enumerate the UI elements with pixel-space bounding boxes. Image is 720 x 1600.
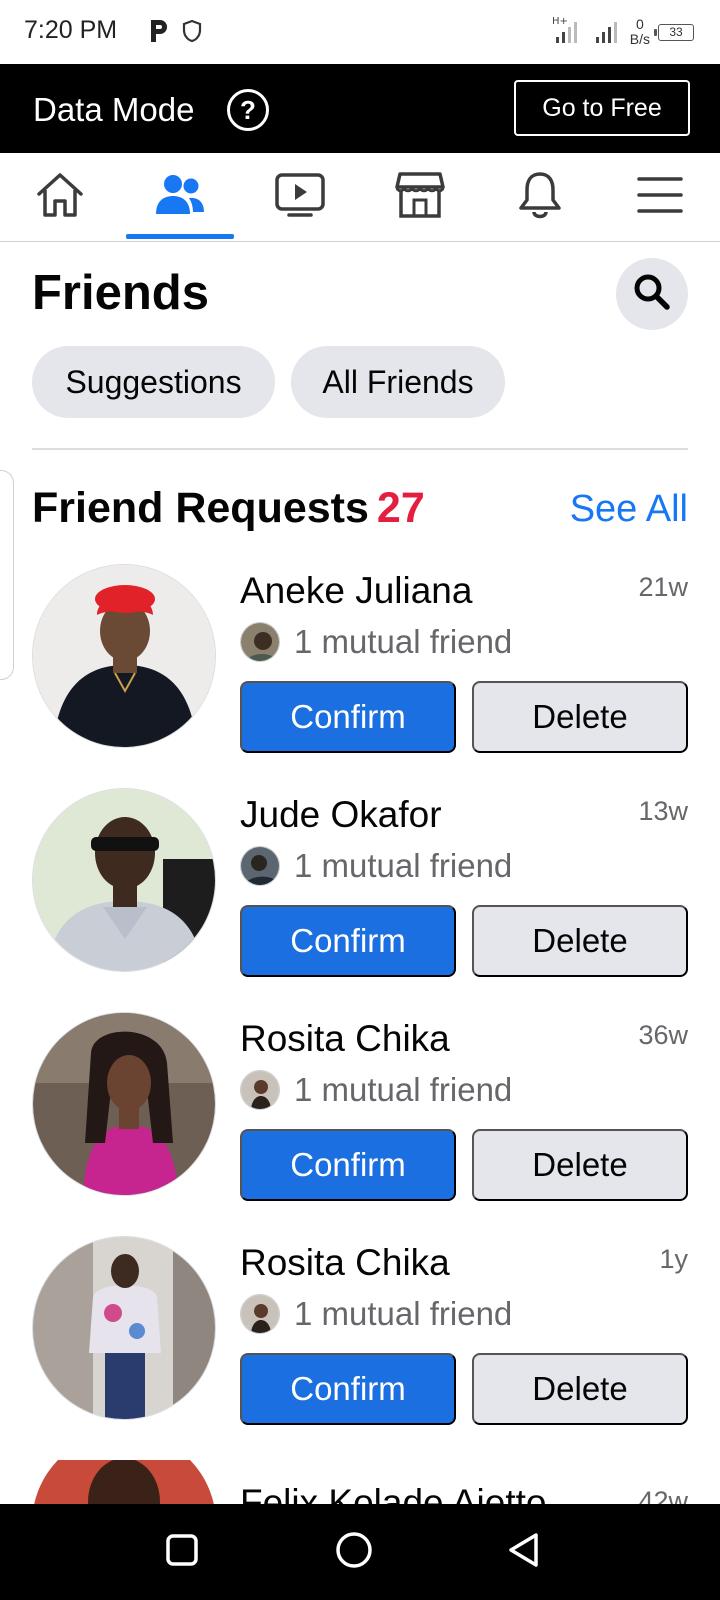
delete-button[interactable]: Delete bbox=[472, 1129, 688, 1201]
friend-request-row: Aneke Juliana 21w 1 mutual friend Confir… bbox=[0, 564, 720, 788]
search-button[interactable] bbox=[616, 258, 688, 330]
all-friends-chip[interactable]: All Friends bbox=[291, 346, 505, 418]
mutual-friends: 1 mutual friend bbox=[240, 844, 512, 888]
friend-request-row: Rosita Chika 36w 1 mutual friend Confirm… bbox=[0, 1012, 720, 1236]
avatar[interactable] bbox=[32, 564, 216, 748]
suggestions-chip[interactable]: Suggestions bbox=[32, 346, 275, 418]
search-icon bbox=[632, 272, 672, 317]
request-name[interactable]: Jude Okafor bbox=[240, 794, 442, 836]
net-speed: 0 B/s bbox=[629, 16, 650, 47]
circle-icon bbox=[335, 1531, 373, 1574]
avatar[interactable] bbox=[32, 1236, 216, 1420]
request-count: 27 bbox=[376, 484, 425, 532]
request-time: 13w bbox=[638, 796, 688, 826]
mutual-friend-avatar bbox=[240, 1294, 280, 1334]
request-time: 21w bbox=[638, 572, 688, 602]
divider bbox=[32, 448, 688, 450]
status-time: 7:20 PM bbox=[24, 16, 118, 44]
friend-requests-heading: Friend Requests 27 bbox=[32, 484, 425, 532]
bell-icon bbox=[516, 170, 564, 225]
page-title: Friends bbox=[32, 266, 209, 320]
confirm-button[interactable]: Confirm bbox=[240, 1353, 456, 1425]
avatar[interactable] bbox=[32, 1460, 216, 1508]
back-triangle-icon bbox=[506, 1531, 542, 1574]
see-all-link[interactable]: See All bbox=[570, 488, 688, 531]
back-button[interactable] bbox=[500, 1528, 548, 1576]
signal-h-plus-icon: H+ bbox=[552, 15, 586, 50]
tab-menu[interactable] bbox=[600, 153, 720, 242]
mutual-friend-avatar bbox=[240, 622, 280, 662]
friends-icon bbox=[153, 172, 207, 223]
tab-watch[interactable] bbox=[240, 153, 360, 242]
network-label: H+ bbox=[552, 16, 568, 27]
delete-button[interactable]: Delete bbox=[472, 905, 688, 977]
confirm-button[interactable]: Confirm bbox=[240, 905, 456, 977]
home-icon bbox=[34, 170, 86, 225]
battery-indicator: 33 bbox=[654, 23, 694, 41]
friend-request-row: Rosita Chika 1y 1 mutual friend Confirm … bbox=[0, 1236, 720, 1460]
confirm-button[interactable]: Confirm bbox=[240, 1129, 456, 1201]
tab-marketplace[interactable] bbox=[360, 153, 480, 242]
square-icon bbox=[165, 1533, 199, 1572]
tab-home[interactable] bbox=[0, 153, 120, 242]
tab-friends[interactable] bbox=[120, 153, 240, 242]
data-mode-title: Data Mode bbox=[33, 91, 195, 128]
data-mode-banner: Data Mode ? Go to Free bbox=[0, 64, 720, 153]
signal-bars-icon bbox=[594, 15, 622, 50]
request-name[interactable]: Aneke Juliana bbox=[240, 570, 472, 612]
delete-button[interactable]: Delete bbox=[472, 1353, 688, 1425]
video-icon bbox=[274, 171, 326, 224]
active-tab-indicator bbox=[126, 234, 234, 239]
mutual-friends: 1 mutual friend bbox=[240, 620, 512, 664]
avatar[interactable] bbox=[32, 788, 216, 972]
store-icon bbox=[394, 170, 446, 225]
recent-apps-button[interactable] bbox=[158, 1528, 206, 1576]
parking-p-icon bbox=[148, 18, 170, 49]
delete-button[interactable]: Delete bbox=[472, 681, 688, 753]
mutual-friends: 1 mutual friend bbox=[240, 1068, 512, 1112]
shield-icon bbox=[182, 19, 202, 48]
tab-notifications[interactable] bbox=[480, 153, 600, 242]
friend-request-row: Felix Kolade Ajetto 42w bbox=[0, 1460, 720, 1508]
help-icon[interactable]: ? bbox=[227, 89, 269, 131]
avatar[interactable] bbox=[32, 1012, 216, 1196]
tab-bar bbox=[0, 153, 720, 242]
go-to-free-button[interactable]: Go to Free bbox=[514, 80, 690, 136]
request-time: 1y bbox=[659, 1244, 688, 1274]
friend-request-row: Jude Okafor 13w 1 mutual friend Confirm … bbox=[0, 788, 720, 1012]
confirm-button[interactable]: Confirm bbox=[240, 681, 456, 753]
request-name[interactable]: Rosita Chika bbox=[240, 1242, 450, 1284]
request-name[interactable]: Rosita Chika bbox=[240, 1018, 450, 1060]
hamburger-menu-icon bbox=[636, 175, 684, 220]
status-bar: 7:20 PM H+ 0 B/s 33 bbox=[0, 0, 720, 64]
mutual-friend-avatar bbox=[240, 1070, 280, 1110]
request-time: 36w bbox=[638, 1020, 688, 1050]
system-navigation-bar bbox=[0, 1504, 720, 1600]
home-button[interactable] bbox=[330, 1528, 378, 1576]
mutual-friend-avatar bbox=[240, 846, 280, 886]
mutual-friends: 1 mutual friend bbox=[240, 1292, 512, 1336]
